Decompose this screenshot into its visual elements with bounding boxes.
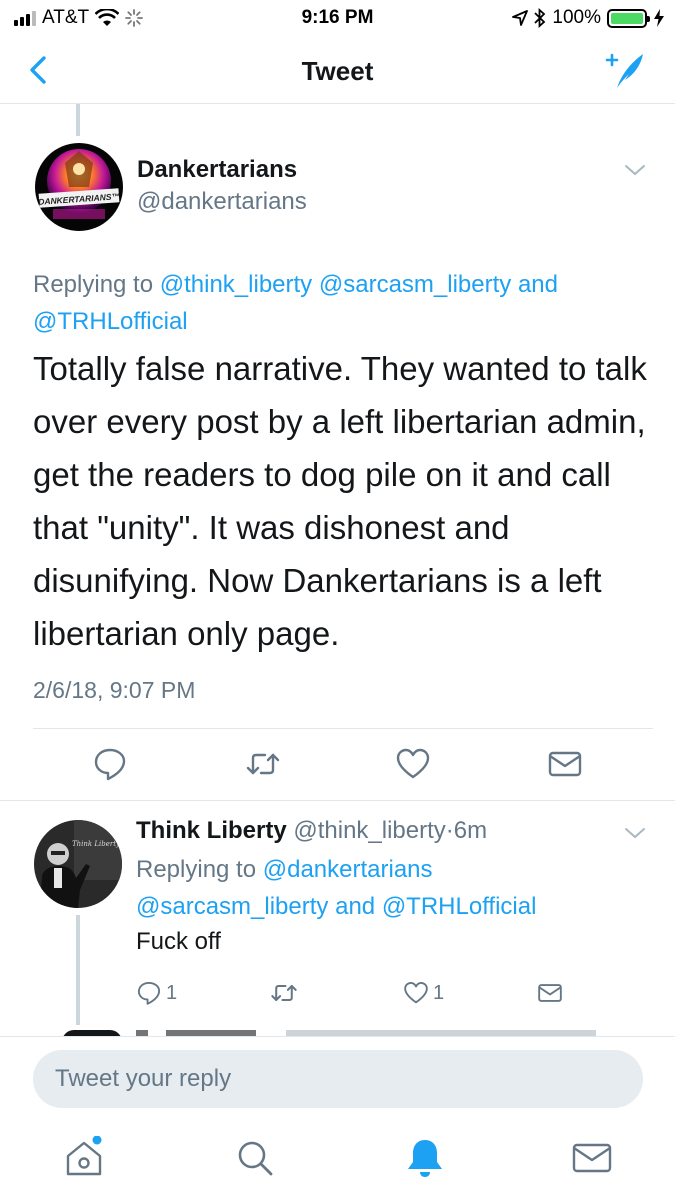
like-icon <box>404 981 428 1004</box>
like-icon[interactable] <box>395 746 431 782</box>
replying-to-label: Replying to <box>136 856 257 883</box>
reply-icon <box>137 981 161 1005</box>
retweet-action[interactable] <box>270 978 298 1008</box>
avatar[interactable]: DANKERTARIANS™ <box>35 143 123 231</box>
replying-to: Replying to @dankertarians @sarcasm_libe… <box>136 851 636 925</box>
reply-text: Fuck off <box>136 928 221 955</box>
tweet-text: Totally false narrative. They wanted to … <box>33 350 647 652</box>
reply-icon[interactable] <box>92 746 128 782</box>
mention-link[interactable]: @dankertarians <box>263 856 433 883</box>
author-handle[interactable]: @dankertarians <box>137 188 307 216</box>
search-icon[interactable] <box>233 1136 277 1180</box>
battery-icon <box>607 8 650 28</box>
author-name[interactable]: Dankertarians <box>137 156 297 184</box>
mention-link[interactable]: @TRHLofficial <box>382 893 537 920</box>
reply-bar <box>0 1036 675 1120</box>
notifications-icon[interactable] <box>403 1136 447 1180</box>
reply-separator: · <box>445 817 454 844</box>
tweet-actions <box>0 746 675 782</box>
location-arrow-icon <box>512 10 529 26</box>
bluetooth-icon <box>534 8 546 28</box>
mention-link[interactable]: @think_liberty <box>160 271 312 298</box>
chevron-down-icon[interactable] <box>624 825 646 841</box>
status-bar: AT&T 9:16 PM 100% <box>0 0 675 36</box>
charging-bolt-icon <box>654 9 664 27</box>
retweet-icon[interactable] <box>245 746 281 782</box>
message-icon <box>538 984 562 1002</box>
reply-author-name[interactable]: Think Liberty <box>136 817 287 844</box>
like-count: 1 <box>433 981 445 1004</box>
mention-link[interactable]: @sarcasm_liberty <box>136 893 328 920</box>
divider <box>0 800 675 801</box>
compose-tweet-icon[interactable] <box>603 50 647 90</box>
battery-level-fill <box>611 12 643 24</box>
replying-to-label: Replying to <box>33 271 154 298</box>
nav-bar: Tweet <box>0 36 675 104</box>
reply-count: 1 <box>166 981 178 1004</box>
thread-line <box>76 915 80 1025</box>
reply-input[interactable] <box>33 1050 643 1108</box>
divider <box>33 728 653 729</box>
dankertarians-logo-image: DANKERTARIANS™ <box>35 143 123 231</box>
home-icon[interactable] <box>62 1136 106 1180</box>
tweet-timestamp: 2/6/18, 9:07 PM <box>33 677 196 703</box>
message-action[interactable] <box>537 978 563 1008</box>
reply-actions: 1 1 <box>0 978 675 1008</box>
mention-link[interactable]: @sarcasm_liberty <box>319 271 511 298</box>
reply-header: Think Liberty @think_liberty·6m <box>136 817 487 845</box>
message-icon[interactable] <box>547 746 583 782</box>
chevron-down-icon[interactable] <box>624 162 646 178</box>
notification-dot <box>92 1136 102 1145</box>
reply-action[interactable]: 1 <box>136 978 177 1008</box>
messages-icon[interactable] <box>570 1136 614 1180</box>
avatar[interactable]: Think Liberty <box>34 820 122 908</box>
mention-link[interactable]: @TRHLofficial <box>33 308 188 335</box>
tab-bar <box>0 1120 675 1200</box>
status-right: 100% <box>512 7 665 29</box>
replying-and[interactable]: and <box>335 893 375 920</box>
reply-time: 6m <box>453 817 488 844</box>
retweet-icon <box>271 984 297 1002</box>
thread-line <box>76 104 80 136</box>
like-action[interactable]: 1 <box>403 978 444 1008</box>
page-title: Tweet <box>301 56 374 86</box>
battery-percent: 100% <box>552 7 601 28</box>
replying-to: Replying to @think_liberty @sarcasm_libe… <box>33 266 643 340</box>
replying-and[interactable]: and <box>518 271 558 298</box>
reply-author-handle[interactable]: @think_liberty <box>293 817 445 844</box>
think-liberty-avatar-image: Think Liberty <box>34 820 122 908</box>
svg-text:Think Liberty: Think Liberty <box>72 840 121 848</box>
